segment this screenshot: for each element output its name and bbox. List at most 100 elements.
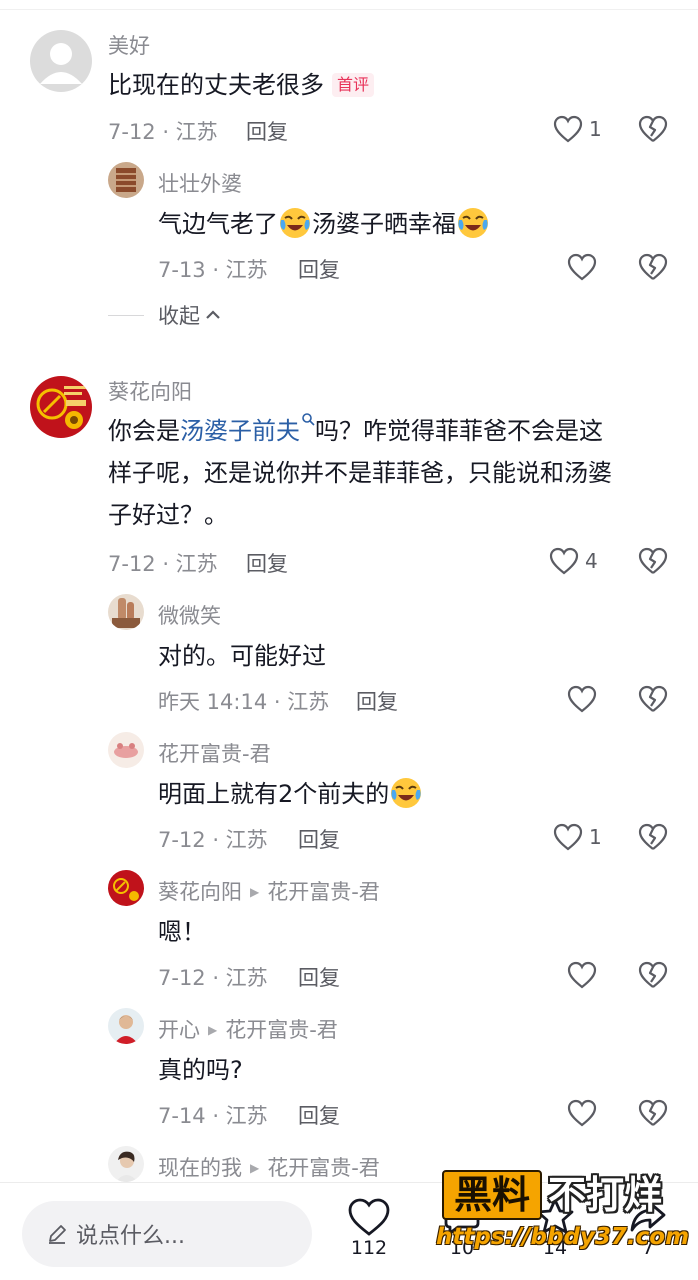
comment-text: 比现在的丈夫老很多 首评 [108, 64, 375, 106]
username-link[interactable]: 开心 [158, 1018, 200, 1042]
comment-text-content: 明面上就有2个前夫的 [158, 780, 390, 808]
comment-text: 嗯！ [158, 918, 206, 946]
heart-icon [567, 961, 597, 989]
dislike-button[interactable] [638, 114, 668, 144]
dislike-button[interactable] [638, 684, 668, 714]
reply-arrow-icon: ▶ [250, 1161, 260, 1175]
comment-meta: 7-12 · 江苏 [158, 966, 268, 990]
comment-meta: 7-14 · 江苏 [158, 1104, 268, 1128]
comment-input[interactable]: 说点什么... [22, 1201, 312, 1267]
dislike-button[interactable] [638, 822, 668, 852]
watermark-rest-text: 不打烊 [548, 1173, 663, 1217]
avatar[interactable] [30, 376, 92, 438]
like-post-button[interactable]: 112 [339, 1197, 399, 1259]
comment-text-post: 吗？咋觉得菲菲爸不会是这 [315, 417, 603, 445]
comment-text: 你会是汤婆子前夫 吗？咋觉得菲菲爸不会是这 样子呢，还是说你并不是菲菲爸，只能说和… [108, 410, 678, 536]
avatar[interactable] [108, 1146, 144, 1182]
comment-text-line2: 样子呢，还是说你并不是菲菲爸，只能说和汤婆 [108, 459, 612, 487]
chevron-up-icon [206, 310, 220, 319]
like-button[interactable] [567, 1096, 597, 1130]
comment-meta: 昨天 14:14 · 江苏 [158, 690, 330, 714]
avatar[interactable] [108, 870, 144, 906]
crying-laugh-emoji [278, 206, 312, 240]
reply-button[interactable]: 回复 [356, 686, 398, 716]
heart-icon [348, 1198, 390, 1236]
reply-button[interactable]: 回复 [298, 254, 340, 284]
reply-button[interactable]: 回复 [246, 548, 288, 578]
search-keyword-link[interactable]: 汤婆子前夫 [180, 417, 300, 445]
dislike-button[interactable] [638, 1098, 668, 1128]
username[interactable]: 壮壮外婆 [158, 168, 242, 198]
like-button[interactable]: 1 [553, 820, 602, 854]
like-button[interactable]: 1 [553, 112, 602, 146]
heart-icon [549, 547, 579, 575]
broken-heart-icon [638, 547, 668, 574]
comment-text-line3: 子好过？。 [108, 501, 228, 529]
username: 葵花向阳 ▶ 花开富贵-君 [158, 876, 380, 906]
comment-text-pre: 你会是 [108, 417, 180, 445]
reply-button[interactable]: 回复 [298, 824, 340, 854]
like-button[interactable] [567, 958, 597, 992]
reply-button[interactable]: 回复 [246, 116, 288, 146]
reply-to-username[interactable]: 花开富贵-君 [267, 880, 380, 904]
comment-meta: 7-12 · 江苏 [108, 552, 218, 576]
avatar[interactable] [108, 162, 144, 198]
username: 开心 ▶ 花开富贵-君 [158, 1014, 338, 1044]
broken-heart-icon [638, 1099, 668, 1126]
watermark-url: https://bbdy37.com [436, 1224, 690, 1250]
post-like-count: 112 [350, 1237, 388, 1259]
dislike-button[interactable] [638, 252, 668, 282]
username-link[interactable]: 葵花向阳 [158, 880, 242, 904]
first-comment-badge: 首评 [332, 73, 375, 97]
comment-text: 真的吗? [158, 1056, 243, 1084]
crying-laugh-emoji [389, 776, 423, 810]
like-button[interactable] [567, 682, 597, 716]
reply-to-username[interactable]: 花开富贵-君 [225, 1018, 338, 1042]
like-button[interactable] [567, 250, 597, 284]
collapse-divider [108, 314, 144, 316]
comment-text: 对的。可能好过 [158, 642, 326, 670]
dislike-button[interactable] [638, 546, 668, 576]
comment-text-part1: 气边气老了 [158, 210, 278, 238]
like-count: 4 [585, 549, 598, 573]
heart-icon [567, 1099, 597, 1127]
heart-icon [567, 253, 597, 281]
collapse-replies-button[interactable]: 收起 [108, 300, 222, 330]
reply-button[interactable]: 回复 [298, 962, 340, 992]
watermark-title: 黑料 不打烊 [442, 1170, 662, 1220]
heart-icon [553, 115, 583, 143]
heart-icon [553, 823, 583, 851]
watermark-boxed-text: 黑料 [442, 1170, 543, 1220]
comment-meta: 7-13 · 江苏 [158, 258, 268, 282]
username-link[interactable]: 现在的我 [158, 1156, 242, 1180]
broken-heart-icon [638, 685, 668, 712]
reply-to-username[interactable]: 花开富贵-君 [267, 1156, 380, 1180]
username[interactable]: 微微笑 [158, 600, 221, 630]
avatar[interactable] [108, 1008, 144, 1044]
username[interactable]: 花开富贵-君 [158, 738, 271, 768]
like-count: 1 [589, 825, 602, 849]
crying-laugh-emoji [456, 206, 490, 240]
reply-arrow-icon: ▶ [208, 1023, 218, 1037]
watermark: 黑料 不打烊 https://bbdy37.com [436, 1166, 690, 1266]
avatar[interactable] [108, 594, 144, 630]
broken-heart-icon [638, 115, 668, 142]
dislike-button[interactable] [638, 960, 668, 990]
reply-arrow-icon: ▶ [250, 885, 260, 899]
search-icon [302, 413, 315, 426]
comment-text-part2: 汤婆子晒幸福 [312, 210, 456, 238]
username[interactable]: 葵花向阳 [108, 376, 192, 406]
reply-button[interactable]: 回复 [298, 1100, 340, 1130]
top-divider [0, 0, 698, 10]
like-button[interactable]: 4 [549, 544, 598, 578]
username[interactable]: 美好 [108, 30, 150, 60]
avatar[interactable] [108, 732, 144, 768]
broken-heart-icon [638, 823, 668, 850]
like-count: 1 [589, 117, 602, 141]
comment-meta: 7-12 · 江苏 [158, 828, 268, 852]
comment-input-placeholder: 说点什么... [76, 1224, 185, 1249]
comment-text: 气边气老了 汤婆子晒幸福 [158, 203, 490, 245]
username: 现在的我 ▶ 花开富贵-君 [158, 1152, 380, 1182]
avatar[interactable] [30, 30, 92, 92]
comment-text-content: 比现在的丈夫老很多 [108, 71, 324, 99]
